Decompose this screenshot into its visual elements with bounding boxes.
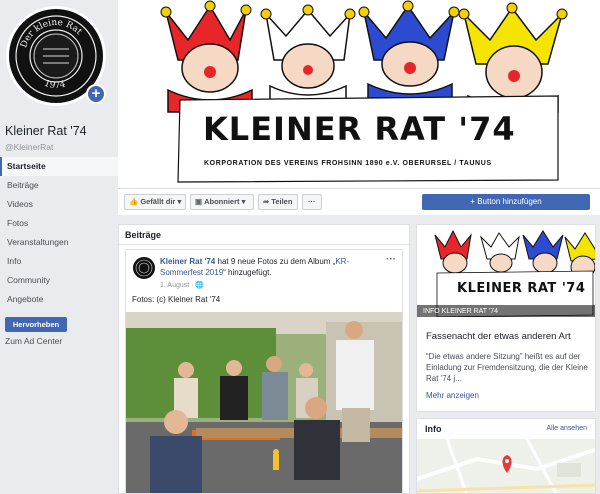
page-nav: Startseite Beiträge Videos Fotos Veranst… xyxy=(0,157,118,309)
post-author[interactable]: Kleiner Rat '74 xyxy=(160,257,215,266)
post-text: Kleiner Rat '74 hat 9 neue Fotos zu dem … xyxy=(160,257,350,277)
jester-thumbnail xyxy=(417,225,595,317)
cover-card: KLEINER RAT '74 KORPORATION DES VEREINS … xyxy=(118,0,600,215)
event-image[interactable]: KLEINER RAT '74 INFO KLEINER RAT '74 xyxy=(417,225,595,317)
action-bar: 👍 Gefällt dir ▾ ▣ Abonniert ▾ ➦ Teilen ··· … xyxy=(118,188,600,215)
subscribed-button[interactable]: ▣ Abonniert ▾ xyxy=(190,194,254,210)
nav-item-info[interactable]: Info xyxy=(0,252,118,271)
share-button[interactable]: ➦ Teilen xyxy=(258,194,298,210)
profile-picture[interactable]: Der kleine Rat 1974 + xyxy=(6,6,106,106)
cover-photo[interactable]: KLEINER RAT '74 KORPORATION DES VEREINS … xyxy=(118,0,600,188)
add-photo-button[interactable]: + xyxy=(86,84,106,104)
page-name: Kleiner Rat '74 xyxy=(5,124,87,138)
nav-item-beitraege[interactable]: Beiträge xyxy=(0,176,118,195)
cover-subtitle: KORPORATION DES VEREINS FROHSINN 1890 e.… xyxy=(204,160,492,167)
ad-center-link[interactable]: Zum Ad Center xyxy=(5,336,62,346)
post-timestamp[interactable]: 1. August · 🌐 xyxy=(160,281,204,289)
post-photo[interactable] xyxy=(126,312,402,493)
nav-item-angebote[interactable]: Angebote xyxy=(0,290,118,309)
nav-item-community[interactable]: Community xyxy=(0,271,118,290)
posts-section: Beiträge Kleiner Rat '74 hat 9 neue Foto… xyxy=(118,224,410,494)
party-photo xyxy=(126,312,402,493)
info-card: Info Alle ansehen xyxy=(416,418,596,494)
share-icon: ➦ xyxy=(263,197,270,206)
feed-icon: ▣ xyxy=(195,197,203,206)
event-description: “Die etwas andere Sitzung” heißt es auf … xyxy=(426,352,588,383)
post-caption: Fotos: (c) Kleiner Rat '74 xyxy=(132,295,221,304)
event-image-title: KLEINER RAT '74 xyxy=(457,281,586,296)
post-menu-button[interactable]: ··· xyxy=(386,254,396,265)
more-button[interactable]: ··· xyxy=(302,194,322,210)
liked-button[interactable]: 👍 Gefällt dir ▾ xyxy=(124,194,186,210)
nav-item-startseite[interactable]: Startseite xyxy=(0,157,118,176)
post-card: Kleiner Rat '74 hat 9 neue Fotos zu dem … xyxy=(125,249,403,493)
posts-header: Beiträge xyxy=(119,225,409,245)
location-map[interactable] xyxy=(417,439,595,493)
cover-title: KLEINER RAT '74 xyxy=(203,110,516,148)
nav-item-videos[interactable]: Videos xyxy=(0,195,118,214)
add-button[interactable]: + Button hinzufügen xyxy=(422,194,590,210)
nav-item-fotos[interactable]: Fotos xyxy=(0,214,118,233)
chevron-down-icon: ▾ xyxy=(175,197,182,206)
info-header: Info xyxy=(425,424,442,434)
post-avatar[interactable] xyxy=(132,256,156,280)
nav-item-veranstaltungen[interactable]: Veranstaltungen xyxy=(0,233,118,252)
page-handle[interactable]: @KleinerRat xyxy=(5,142,53,152)
chevron-down-icon: ▾ xyxy=(239,197,246,206)
left-column: Der kleine Rat 1974 + Kleiner Rat '74 @K… xyxy=(0,0,118,494)
event-title[interactable]: Fassenacht der etwas anderen Art xyxy=(426,331,571,342)
event-card[interactable]: KLEINER RAT '74 INFO KLEINER RAT '74 Fas… xyxy=(416,224,596,412)
see-all-link[interactable]: Alle ansehen xyxy=(547,425,587,432)
thumbs-up-icon: 👍 xyxy=(129,197,139,206)
event-overlay: INFO KLEINER RAT '74 xyxy=(417,305,595,317)
promote-button[interactable]: Hervorheben xyxy=(5,317,67,332)
globe-icon: 🌐 xyxy=(195,282,205,289)
show-more-link[interactable]: Mehr anzeigen xyxy=(426,391,479,400)
